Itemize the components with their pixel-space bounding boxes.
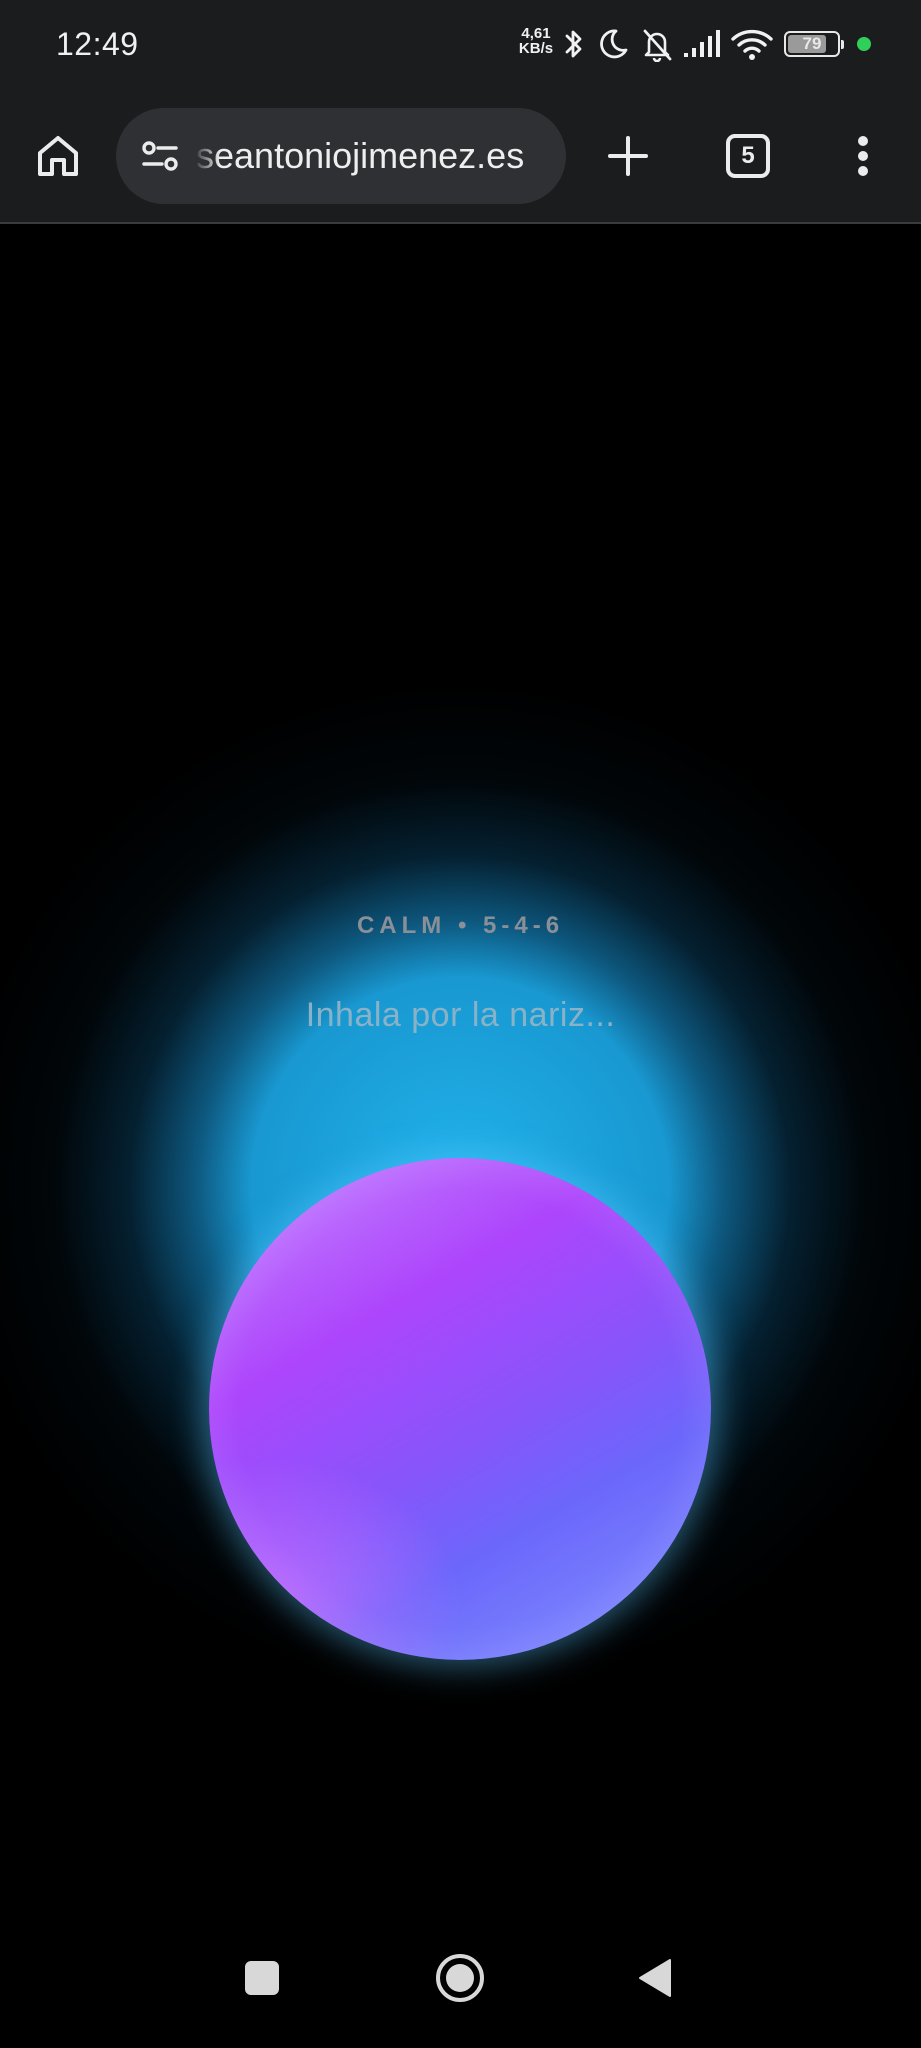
wifi-icon xyxy=(731,29,773,60)
browser-toolbar: seantoniojimenez.es 5 xyxy=(0,92,921,224)
back-button[interactable] xyxy=(620,1942,692,2014)
recents-button[interactable] xyxy=(226,1942,298,2014)
battery-icon: 79 xyxy=(784,31,844,57)
home-button[interactable] xyxy=(26,124,90,188)
url-text[interactable]: seantoniojimenez.es xyxy=(196,132,566,180)
recents-square-icon xyxy=(245,1961,279,1995)
home-icon xyxy=(38,136,78,176)
cellular-signal-icon xyxy=(684,30,720,57)
breathing-instruction: Inhala por la nariz... xyxy=(305,996,616,1034)
more-menu-button[interactable] xyxy=(846,126,880,186)
battery-level: 79 xyxy=(802,34,822,53)
site-settings-icon[interactable] xyxy=(136,132,184,180)
breathing-orb xyxy=(209,1158,711,1660)
privacy-indicator-dot xyxy=(857,37,871,51)
plus-icon xyxy=(608,136,648,176)
moon-icon xyxy=(600,29,628,59)
more-vert-icon xyxy=(858,136,868,176)
home-circle-icon xyxy=(436,1954,484,2002)
network-speed-unit: KB/s xyxy=(518,40,554,57)
system-nav-bar xyxy=(0,1906,921,2048)
tab-switcher-button[interactable]: 5 xyxy=(720,126,776,186)
home-nav-button[interactable] xyxy=(424,1942,496,2014)
breathing-pattern-label: CALM • 5-4-6 xyxy=(356,912,565,939)
phone-screen: 12:49 4,61 KB/s 79 seantoniojimenez.es 5… xyxy=(0,0,921,2048)
breathing-page: CALM • 5-4-6 Inhala por la nariz... xyxy=(0,226,921,1906)
status-time: 12:49 xyxy=(56,26,139,62)
bluetooth-icon xyxy=(565,30,582,58)
bell-off-icon xyxy=(643,29,672,62)
status-bar: 12:49 4,61 KB/s 79 xyxy=(0,0,921,92)
network-speed: 4,61 KB/s xyxy=(516,26,556,56)
network-speed-value: 4,61 xyxy=(521,25,551,42)
back-triangle-icon xyxy=(639,1959,671,1997)
new-tab-button[interactable] xyxy=(598,120,658,192)
tab-switcher-icon: 5 xyxy=(726,134,770,178)
address-bar[interactable]: seantoniojimenez.es xyxy=(116,108,566,204)
url-fade xyxy=(194,108,220,204)
